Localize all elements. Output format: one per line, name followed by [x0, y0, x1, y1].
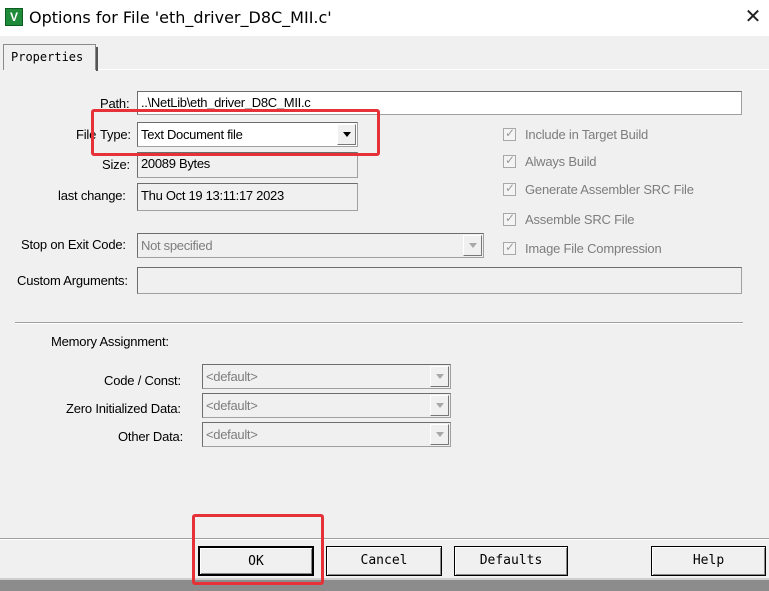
tab-properties-label: Properties [11, 50, 84, 64]
assemble-src-checkbox[interactable] [503, 211, 516, 226]
other-data-select[interactable]: <default> [202, 422, 451, 447]
include-in-build-checkbox[interactable] [503, 126, 516, 141]
include-in-build-label: Include in Target Build [525, 127, 649, 142]
chevron-down-icon[interactable] [463, 235, 482, 256]
image-compression-checkbox[interactable] [503, 240, 516, 255]
close-icon[interactable]: ✕ [740, 4, 766, 30]
help-button[interactable]: Help [651, 546, 766, 576]
title-bar: V Options for File 'eth_driver_D8C_MII.c… [0, 0, 769, 36]
stop-on-exit-value: Not specified [141, 238, 213, 253]
always-build-label: Always Build [525, 154, 597, 169]
last-change-label: last change: [58, 188, 126, 203]
annotation-highlight-ok [192, 514, 324, 585]
button-area-divider [0, 538, 769, 540]
other-data-value: <default> [206, 427, 258, 442]
keil-app-icon: V [5, 8, 23, 26]
stop-on-exit-label: Stop on Exit Code: [21, 237, 126, 252]
assemble-src-label: Assemble SRC File [525, 212, 635, 227]
zero-init-label: Zero Initialized Data: [66, 401, 181, 416]
image-compression-label: Image File Compression [525, 241, 662, 256]
always-build-checkbox[interactable] [503, 153, 516, 168]
stop-on-exit-select[interactable]: Not specified [137, 233, 484, 258]
generate-asm-src-checkbox[interactable] [503, 181, 516, 196]
code-const-label: Code / Const: [104, 373, 181, 388]
custom-arguments-field[interactable] [137, 267, 742, 294]
custom-arguments-label: Custom Arguments: [17, 273, 128, 288]
divider [15, 322, 743, 324]
zero-init-value: <default> [206, 398, 258, 413]
other-data-label: Other Data: [118, 429, 183, 444]
last-change-field: Thu Oct 19 13:11:17 2023 [137, 183, 358, 211]
code-const-value: <default> [206, 369, 258, 384]
memory-assignment-heading: Memory Assignment: [51, 334, 169, 349]
chevron-down-icon[interactable] [430, 366, 449, 387]
chevron-down-icon[interactable] [430, 395, 449, 416]
size-label: Size: [102, 157, 130, 172]
generate-asm-src-label: Generate Assembler SRC File [525, 182, 694, 197]
defaults-button[interactable]: Defaults [454, 546, 568, 576]
cancel-button[interactable]: Cancel [326, 546, 442, 576]
tab-properties[interactable]: Properties [3, 44, 98, 71]
bottom-edge [0, 580, 769, 591]
window-title: Options for File 'eth_driver_D8C_MII.c' [29, 8, 332, 27]
code-const-select[interactable]: <default> [202, 364, 451, 389]
zero-init-select[interactable]: <default> [202, 393, 451, 418]
chevron-down-icon[interactable] [430, 424, 449, 445]
annotation-highlight-file-type [91, 109, 380, 156]
